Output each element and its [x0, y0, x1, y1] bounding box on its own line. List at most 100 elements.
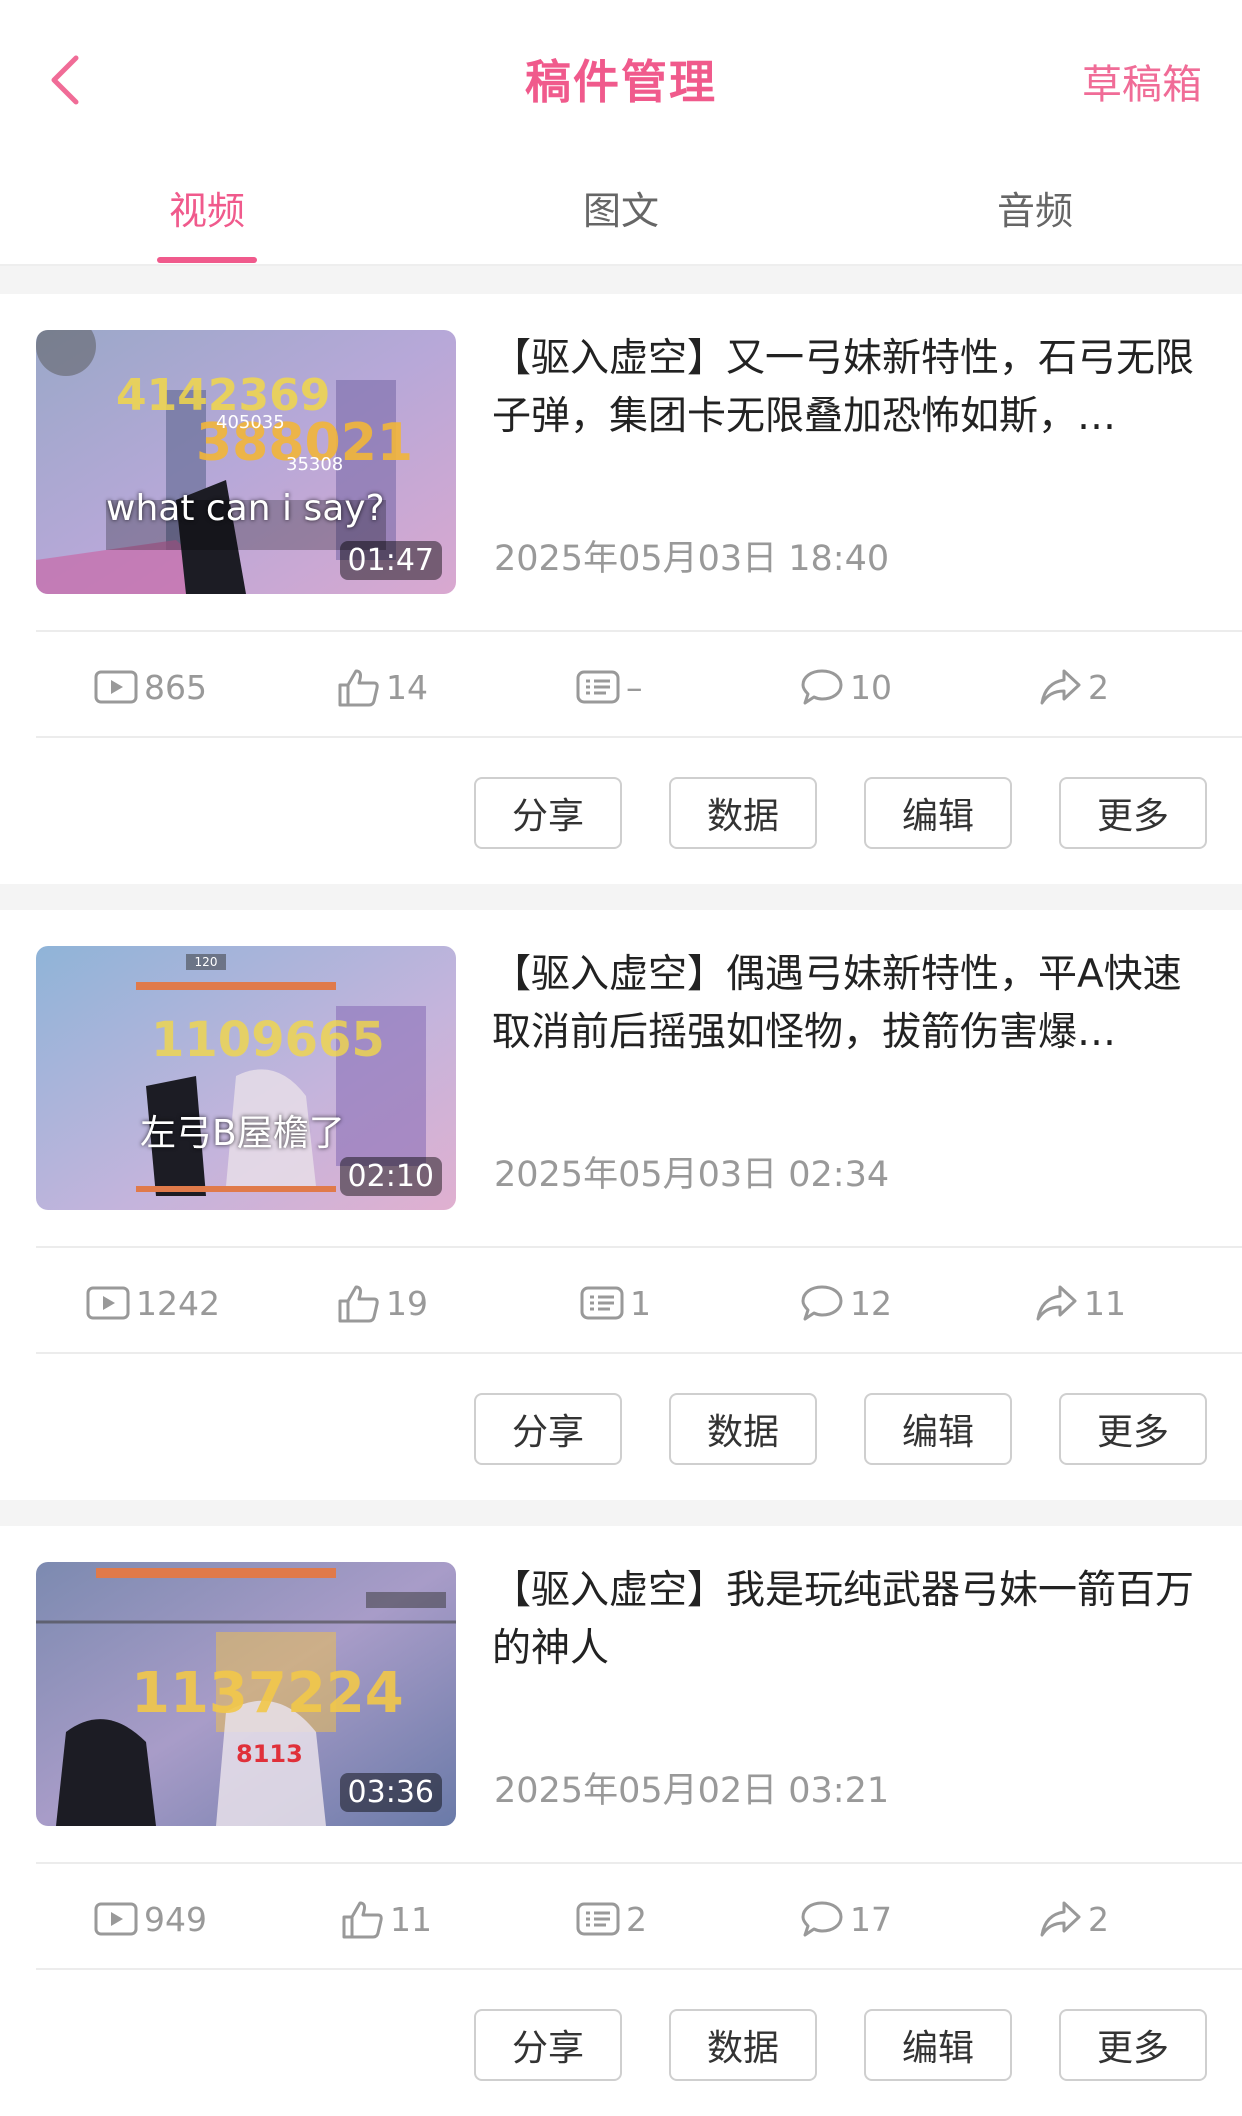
- divider: [36, 736, 1242, 738]
- tab-image-text[interactable]: 图文: [521, 180, 721, 235]
- views-count: 1242: [136, 1283, 220, 1323]
- share-button[interactable]: 分享: [474, 2009, 622, 2081]
- views-stat[interactable]: 949: [94, 1864, 207, 1974]
- edit-button[interactable]: 编辑: [864, 2009, 1012, 2081]
- comments-count: 10: [850, 667, 892, 707]
- danmaku-count: –: [626, 667, 643, 707]
- shares-stat[interactable]: 11: [1034, 1248, 1126, 1358]
- danmaku-stat[interactable]: 1: [580, 1248, 651, 1358]
- danmaku-stat[interactable]: –: [576, 632, 643, 742]
- likes-count: 19: [386, 1283, 428, 1323]
- thumbs-up-icon: [338, 1285, 379, 1323]
- data-button[interactable]: 数据: [669, 777, 817, 849]
- views-stat[interactable]: 1242: [86, 1248, 220, 1358]
- comments-count: 12: [850, 1283, 892, 1323]
- comment-icon: [801, 669, 843, 705]
- post-card: 4142369 388021 405035 35308 what can i s…: [0, 294, 1242, 884]
- post-stats: 1242 19 1 12 11: [0, 1248, 1242, 1358]
- video-duration: 02:10: [339, 1157, 442, 1196]
- danmaku-icon: [576, 670, 620, 704]
- likes-stat[interactable]: 11: [340, 1864, 432, 1974]
- danmaku-count: 2: [626, 1899, 647, 1939]
- post-actions: 分享 数据 编辑 更多: [0, 2009, 1242, 2081]
- likes-stat[interactable]: 19: [336, 1248, 428, 1358]
- post-actions: 分享 数据 编辑 更多: [0, 1393, 1242, 1465]
- post-date: 2025年05月02日 03:21: [494, 1771, 890, 1811]
- data-button[interactable]: 数据: [669, 1393, 817, 1465]
- video-thumbnail[interactable]: 1137224 8113 03:36: [36, 1562, 456, 1826]
- views-count: 865: [144, 667, 207, 707]
- content-type-tabs: 视频 图文 音频: [0, 160, 1242, 266]
- tab-audio[interactable]: 音频: [935, 180, 1135, 235]
- play-views-icon: [86, 1286, 130, 1320]
- divider: [36, 1968, 1242, 1970]
- thumb-number: 35308: [286, 454, 343, 475]
- share-button[interactable]: 分享: [474, 1393, 622, 1465]
- views-count: 949: [144, 1899, 207, 1939]
- video-duration: 01:47: [339, 541, 442, 580]
- shares-count: 11: [1084, 1283, 1126, 1323]
- section-gap: [0, 266, 1242, 294]
- share-icon: [1036, 1285, 1077, 1321]
- thumbs-up-icon: [338, 669, 379, 707]
- play-views-icon: [94, 670, 138, 704]
- post-title[interactable]: 【驱入虚空】我是玩纯武器弓妹一箭百万的神人: [492, 1562, 1210, 1678]
- thumb-number: 120: [195, 955, 218, 969]
- likes-count: 11: [390, 1899, 432, 1939]
- likes-count: 14: [386, 667, 428, 707]
- post-date: 2025年05月03日 02:34: [494, 1155, 890, 1195]
- shares-count: 2: [1088, 667, 1109, 707]
- post-stats: 865 14 – 10 2: [0, 632, 1242, 742]
- views-stat[interactable]: 865: [94, 632, 207, 742]
- video-thumbnail[interactable]: 120 1109665 左弓B屋檐了 02:10: [36, 946, 456, 1210]
- more-button[interactable]: 更多: [1059, 1393, 1207, 1465]
- thumb-number: 1109665: [151, 1012, 385, 1068]
- comments-stat[interactable]: 10: [800, 632, 892, 742]
- shares-count: 2: [1088, 1899, 1109, 1939]
- drafts-button[interactable]: 草稿箱: [1082, 52, 1202, 110]
- shares-stat[interactable]: 2: [1038, 632, 1109, 742]
- post-actions: 分享 数据 编辑 更多: [0, 777, 1242, 849]
- thumbnail-caption: 左弓B屋檐了: [140, 1113, 345, 1154]
- thumbs-up-icon: [342, 1901, 383, 1939]
- section-gap: [0, 884, 1242, 910]
- thumb-number: 405035: [216, 412, 285, 433]
- comments-stat[interactable]: 17: [800, 1864, 892, 1974]
- video-duration: 03:36: [339, 1773, 442, 1812]
- comments-count: 17: [850, 1899, 892, 1939]
- edit-button[interactable]: 编辑: [864, 1393, 1012, 1465]
- comment-icon: [801, 1285, 843, 1321]
- thumbnail-caption: what can i say?: [106, 488, 385, 529]
- edit-button[interactable]: 编辑: [864, 777, 1012, 849]
- thumb-number: 8113: [236, 1740, 303, 1768]
- nav-bar: 稿件管理 草稿箱: [0, 0, 1242, 150]
- post-title[interactable]: 【驱入虚空】又一弓妹新特性，石弓无限子弹，集团卡无限叠加恐怖如斯，…: [492, 330, 1210, 446]
- divider: [36, 1352, 1242, 1354]
- data-button[interactable]: 数据: [669, 2009, 817, 2081]
- danmaku-count: 1: [630, 1283, 651, 1323]
- post-title[interactable]: 【驱入虚空】偶遇弓妹新特性，平A快速取消前后摇强如怪物，拔箭伤害爆…: [492, 946, 1210, 1062]
- more-button[interactable]: 更多: [1059, 2009, 1207, 2081]
- post-date: 2025年05月03日 18:40: [494, 539, 890, 579]
- tab-video[interactable]: 视频: [107, 180, 307, 235]
- more-button[interactable]: 更多: [1059, 777, 1207, 849]
- post-stats: 949 11 2 17 2: [0, 1864, 1242, 1974]
- danmaku-stat[interactable]: 2: [576, 1864, 647, 1974]
- share-icon: [1040, 1901, 1081, 1937]
- post-card: 120 1109665 左弓B屋檐了 02:10 【驱入虚空】偶遇弓妹新特性，平…: [0, 910, 1242, 1500]
- danmaku-icon: [580, 1286, 624, 1320]
- section-gap: [0, 1500, 1242, 1526]
- play-views-icon: [94, 1902, 138, 1936]
- share-icon: [1040, 669, 1081, 705]
- danmaku-icon: [576, 1902, 620, 1936]
- share-button[interactable]: 分享: [474, 777, 622, 849]
- shares-stat[interactable]: 2: [1038, 1864, 1109, 1974]
- comment-icon: [801, 1901, 843, 1937]
- thumb-number: 1137224: [131, 1661, 404, 1726]
- tab-active-indicator: [157, 257, 257, 263]
- likes-stat[interactable]: 14: [336, 632, 428, 742]
- video-thumbnail[interactable]: 4142369 388021 405035 35308 what can i s…: [36, 330, 456, 594]
- post-card: 1137224 8113 03:36 【驱入虚空】我是玩纯武器弓妹一箭百万的神人…: [0, 1526, 1242, 2116]
- page-title: 稿件管理: [525, 55, 717, 109]
- comments-stat[interactable]: 12: [800, 1248, 892, 1358]
